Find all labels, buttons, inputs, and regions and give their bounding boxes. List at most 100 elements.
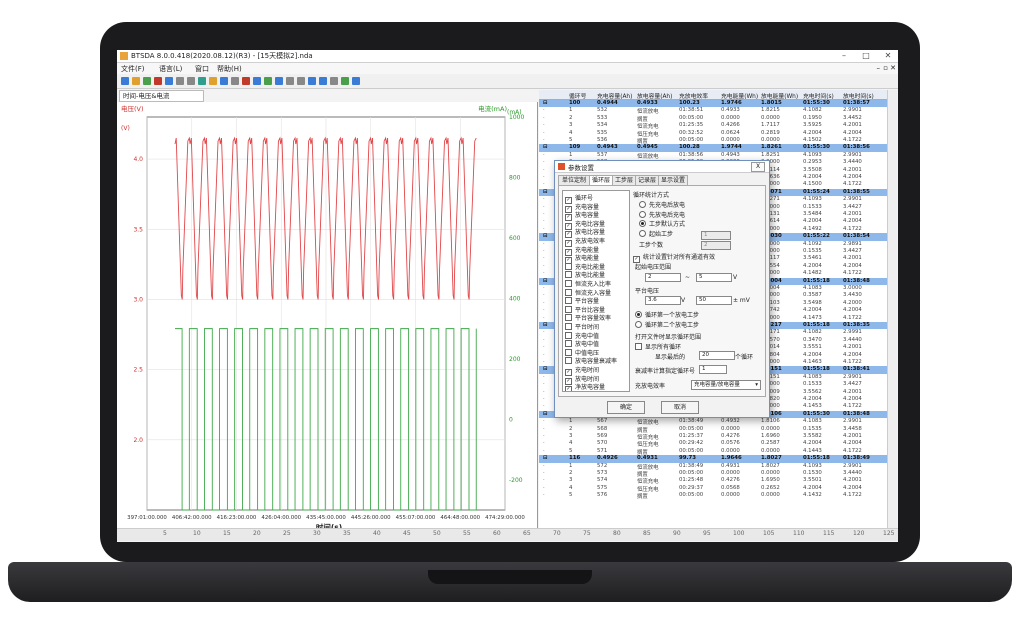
step-row[interactable]: · 3 534 恒流充电 01:25:35 0.4266 1.7117 3.5925 4.200… (539, 122, 887, 130)
toolbar-tool-icon[interactable] (352, 77, 360, 85)
step-row[interactable]: · 4 535 恒压充电 00:32:52 0.0624 0.2819 4.2004 4.200… (539, 130, 887, 138)
step-row[interactable]: · 3 574 恒流充电 01:25:48 0.4276 1.6950 3.5501 4.200… (539, 477, 887, 485)
toolbar-tool-icon[interactable] (165, 77, 173, 85)
menu-help[interactable]: 帮助(H) (217, 64, 242, 74)
toolbar-tool-icon[interactable] (275, 77, 283, 85)
cycle-summary-row[interactable]: ⊟ 100 0.4944 0.4933 100.23 1.9746 1.8015 01:55:… (539, 100, 887, 108)
table-cell: 01:55:30 (803, 410, 830, 417)
toolbar-tool-icon[interactable] (176, 77, 184, 85)
voltage-min-input[interactable]: 2 (645, 273, 681, 282)
table-cell: 4.1502 (803, 137, 822, 143)
col-header-charge-cap[interactable]: 充电容量(Ah) (597, 91, 632, 100)
discharge-step-radio[interactable]: 循环第二个放电工步 (635, 320, 699, 329)
collapse-toggle-icon[interactable]: ⊟ (543, 100, 548, 106)
toolbar-tool-icon[interactable] (286, 77, 294, 85)
toolbar-tool-icon[interactable] (187, 77, 195, 85)
toolbar-tool-icon[interactable] (198, 77, 206, 85)
collapse-toggle-icon[interactable]: ⊟ (543, 366, 548, 372)
mdi-minimize-button[interactable]: – (877, 64, 881, 72)
discharge-step-radio[interactable]: 循环第一个放电工步 (635, 310, 699, 319)
col-header-discharge-energy[interactable]: 放电能量(Wh) (761, 91, 798, 100)
collapse-toggle-icon[interactable]: ⊟ (543, 455, 548, 461)
collapse-toggle-icon[interactable]: ⊟ (543, 411, 548, 417)
mdi-close-button[interactable]: ✕ (890, 64, 896, 72)
toolbar-tool-icon[interactable] (209, 77, 217, 85)
col-header-discharge-time[interactable]: 放电时间(s) (843, 91, 874, 100)
table-cell: 1.8215 (761, 107, 780, 114)
menu-window[interactable]: 窗口 (195, 64, 209, 74)
step-row[interactable]: · 2 533 搁置 00:05:00 0.0000 0.0000 0.1950 3.4452 (539, 114, 887, 123)
col-header-charge-time[interactable]: 充电时间(s) (803, 91, 834, 100)
table-vertical-scrollbar[interactable] (887, 90, 897, 530)
step-row[interactable]: · 5 576 搁置 00:05:00 0.0000 0.0000 4.1432 4.1722 (539, 492, 887, 500)
toolbar-tool-icon[interactable] (308, 77, 316, 85)
collapse-toggle-icon[interactable]: ⊟ (543, 322, 548, 328)
toolbar-tool-icon[interactable] (154, 77, 162, 85)
dialog-close-button[interactable]: X (751, 162, 765, 172)
show-recent-input[interactable]: 20 (699, 351, 735, 360)
step-row[interactable]: · 5 536 搁置 00:05:00 0.0000 0.0000 4.1502 4.1722 (539, 137, 887, 145)
collapse-toggle-icon[interactable]: ⊟ (543, 144, 548, 150)
toolbar-tool-icon[interactable] (242, 77, 250, 85)
col-header-charge-energy[interactable]: 充电能量(Wh) (721, 91, 758, 100)
open-file-label: 打开文件时显示循环范围 (635, 334, 702, 341)
step-row[interactable]: · 1 572 恒流放电 01:38:49 0.4931 1.8027 4.1093 2.990… (539, 463, 887, 471)
minimize-button[interactable]: – (834, 50, 854, 62)
cancel-button[interactable]: 取消 (661, 401, 699, 414)
step-row[interactable]: · 1 567 恒流放电 01:38:49 0.4932 1.8106 4.1083 2.990… (539, 418, 887, 426)
step-row[interactable]: · 2 573 搁置 00:05:00 0.0000 0.0000 0.1530 3.4440 (539, 470, 887, 478)
step-row[interactable]: · 3 569 恒流充电 01:25:37 0.4276 1.6960 3.5582 4.200… (539, 433, 887, 441)
col-header-cycle[interactable]: 循环号 (569, 91, 586, 100)
toolbar-tool-icon[interactable] (231, 77, 239, 85)
horizontal-scrollbar[interactable]: 5 10 15 20 25 30 35 40 45 50 55 60 65 70 75 80 85 90 95 100… (117, 528, 898, 541)
step-row[interactable]: · 4 570 恒压充电 00:29:42 0.0576 0.2587 4.2004 4.200… (539, 440, 887, 448)
stat-mode-radio[interactable]: 工步默认方式 (639, 219, 685, 228)
cycle-summary-row[interactable]: ⊟ 109 0.4943 0.4945 100.28 1.9744 1.8261 01:55:… (539, 144, 887, 152)
toolbar-tool-icon[interactable] (143, 77, 151, 85)
menu-language[interactable]: 语言(L) (159, 64, 182, 74)
ok-button[interactable]: 确定 (607, 401, 645, 414)
toolbar-tool-icon[interactable] (319, 77, 327, 85)
plateau-tolerance-input[interactable]: 50 (696, 296, 732, 305)
efficiency-select[interactable]: 充电容量/放电容量 ▾ (691, 380, 761, 390)
maximize-button[interactable]: □ (856, 50, 876, 62)
step-row[interactable]: · 5 571 搁置 00:05:00 0.0000 0.0000 4.1443 4.1722 (539, 448, 887, 456)
table-cell: 4.2004 (843, 307, 862, 314)
step-row[interactable]: · 4 575 恒压充电 00:29:37 0.0568 0.2652 4.2004 4.200… (539, 485, 887, 493)
checkbox-label: 净放电容量 (575, 384, 606, 392)
toolbar-tool-icon[interactable] (220, 77, 228, 85)
step-row[interactable]: · 2 568 搁置 00:05:00 0.0000 0.0000 0.1535 3.4458 (539, 426, 887, 434)
show-all-checkbox[interactable]: 显示所有循环 (635, 342, 681, 351)
cycle-summary-row[interactable]: ⊟ 116 0.4926 0.4931 99.73 1.9646 1.8027 01:55:1… (539, 455, 887, 463)
toolbar-tool-icon[interactable] (330, 77, 338, 85)
collapse-toggle-icon[interactable]: ⊟ (543, 233, 548, 239)
stat-mode-radio[interactable]: 先放电后充电 (639, 210, 685, 219)
table-cell: 4.2004 (803, 351, 822, 358)
plateau-voltage-input[interactable]: 3.6 (645, 296, 681, 305)
collapse-toggle-icon[interactable]: ⊟ (543, 189, 548, 195)
decay-cycle-input[interactable]: 1 (699, 365, 727, 374)
menu-file[interactable]: 文件(F) (121, 64, 145, 74)
column-checkbox-item[interactable]: ✓ 净放电容量 (565, 382, 606, 392)
step-row[interactable]: · 1 537 恒流放电 01:38:56 0.4943 1.8251 4.1093 2.990… (539, 152, 887, 160)
collapse-toggle-icon[interactable]: ⊟ (543, 278, 548, 284)
stat-mode-radio[interactable]: 起始工步 (639, 229, 673, 238)
y-left-tick-label: 2.0 (133, 437, 143, 444)
step-count-input[interactable]: 2 (701, 241, 731, 250)
toolbar-tool-icon[interactable] (132, 77, 140, 85)
tab-time-voltage-current[interactable]: 时间-电压&电流 (119, 90, 204, 102)
mdi-restore-button[interactable]: ▫ (883, 64, 888, 72)
toolbar-tool-icon[interactable] (121, 77, 129, 85)
table-cell: 2 (569, 114, 573, 121)
step-row[interactable]: · 1 532 恒流放电 01:38:51 0.4933 1.8215 4.1082 2.990… (539, 107, 887, 115)
stat-mode-radio[interactable]: 先充电后放电 (639, 200, 685, 209)
toolbar-tool-icon[interactable] (341, 77, 349, 85)
col-header-efficiency[interactable]: 充放电效率 (679, 91, 708, 100)
start-step-input[interactable]: 1 (701, 231, 731, 240)
toolbar-tool-icon[interactable] (264, 77, 272, 85)
close-button[interactable]: ✕ (878, 50, 898, 62)
toolbar-tool-icon[interactable] (297, 77, 305, 85)
toolbar-tool-icon[interactable] (253, 77, 261, 85)
col-header-discharge-cap[interactable]: 放电容量(Ah) (637, 91, 672, 100)
voltage-max-input[interactable]: 5 (696, 273, 732, 282)
